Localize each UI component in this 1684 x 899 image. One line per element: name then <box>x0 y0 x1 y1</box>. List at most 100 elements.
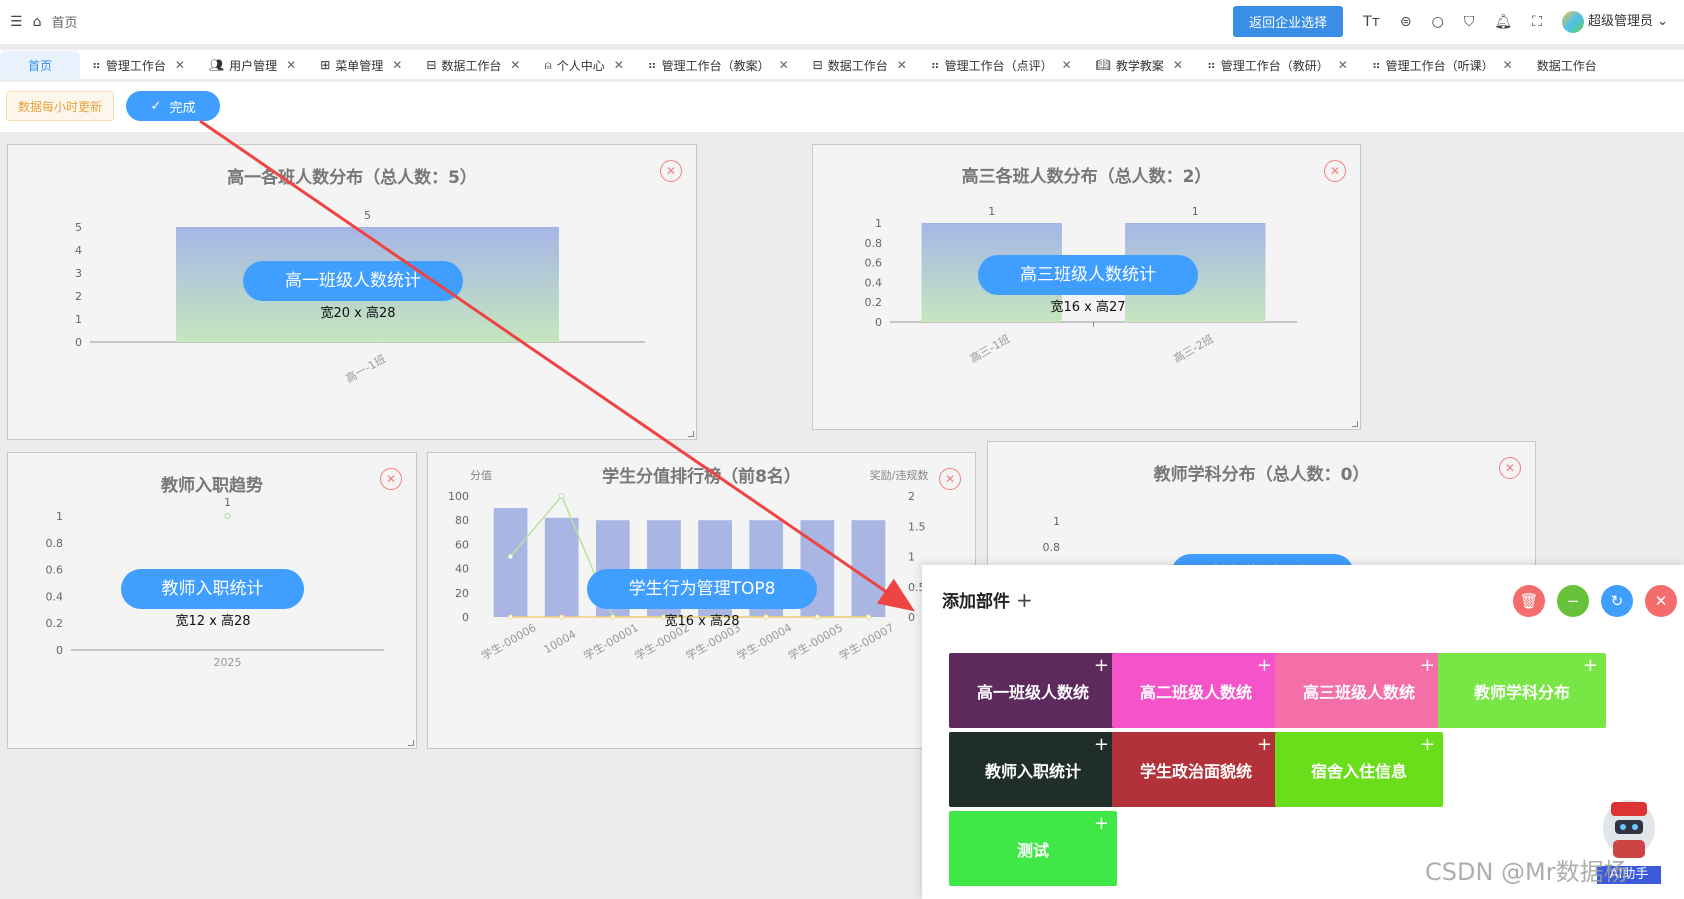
line-point <box>814 614 821 620</box>
add-widget-icon[interactable]: + <box>1094 734 1109 755</box>
tab-label: 管理工作台（点评） <box>944 58 1053 73</box>
resize-handle[interactable] <box>688 431 694 437</box>
delete-icon[interactable]: 🗑︎ <box>1513 585 1545 617</box>
tab-0[interactable]: 首页 <box>0 51 81 79</box>
theme-icon[interactable]: ⊜ <box>1400 14 1412 30</box>
add-widget-icon[interactable]: + <box>1257 655 1272 676</box>
widget-tile-7[interactable]: 测试 + <box>949 811 1117 886</box>
x-tick-label: 学生-00007 <box>837 620 897 663</box>
widget-name-pill: 学生行为管理TOP8 <box>587 569 817 609</box>
tab-label: 管理工作台（教研） <box>1220 58 1329 73</box>
close-panel-icon[interactable]: ✕ <box>1645 585 1677 617</box>
tab-bar: 首页 ⠶ 管理工作台 ✕ 👥︎ 用户管理 ✕ ⊞ 菜单管理 ✕ ⊟ 数据工作台 ✕ ⍝ 个人中心 ✕ ⠶ 管理工作… <box>0 50 1684 80</box>
x-tick-label: 高一-1班 <box>343 351 388 385</box>
y-tick-label: 0.4 <box>865 276 883 289</box>
resize-handle[interactable] <box>408 740 414 746</box>
widget-tile-4[interactable]: 教师入职统计 + <box>949 732 1117 807</box>
return-enterprise-button[interactable]: 返回企业选择 <box>1233 6 1344 37</box>
widget-tile-label: 高三班级人数统 <box>1302 682 1415 702</box>
font-size-icon[interactable]: Tт <box>1363 14 1380 30</box>
add-widget-icon[interactable]: + <box>1257 734 1272 755</box>
add-widget-icon[interactable]: + <box>1420 655 1435 676</box>
tab-close-icon[interactable]: ✕ <box>510 58 520 72</box>
search-icon[interactable]: ○ <box>1432 14 1444 30</box>
tab-5[interactable]: ⍝ 个人中心 ✕ <box>532 51 635 79</box>
x-tick-label: 学生-00005 <box>785 620 845 663</box>
line-point <box>558 493 565 499</box>
widget-tile-3[interactable]: 教师学科分布 + <box>1438 653 1606 728</box>
tab-11[interactable]: ⠶ 管理工作台（听课） ✕ <box>1360 51 1525 79</box>
tab-label: 用户管理 <box>229 58 278 73</box>
widget-tile-2[interactable]: 高三班级人数统 + <box>1275 653 1443 728</box>
y-axis-title-right: 奖励/违规数 <box>870 468 929 482</box>
shirt-icon[interactable]: ⛉ <box>1464 14 1475 30</box>
breadcrumb-home[interactable]: 首页 <box>51 12 77 31</box>
tab-icon: ⠶ <box>1371 58 1381 72</box>
tab-icon: 👥︎ <box>208 58 225 72</box>
fullscreen-icon[interactable]: ⛶ <box>1532 14 1542 30</box>
user-menu[interactable]: 超级管理员 ⌄ <box>1561 10 1668 33</box>
tab-8[interactable]: ⠶ 管理工作台（点评） ✕ <box>919 51 1084 79</box>
tab-label: 管理工作台（听课） <box>1385 58 1494 73</box>
add-widget-icon[interactable]: + <box>1420 734 1435 755</box>
edit-toolbar: 数据每小时更新 ✓ 完成 <box>0 82 1684 132</box>
done-button[interactable]: ✓ 完成 <box>126 91 220 121</box>
bar <box>544 517 579 617</box>
tab-label: 管理工作台（教案） <box>661 58 770 73</box>
y-tick-label: 3 <box>75 267 82 280</box>
tab-10[interactable]: ⠶ 管理工作台（教研） ✕ <box>1195 51 1360 79</box>
tab-12[interactable]: 数据工作台 <box>1525 51 1609 79</box>
tab-close-icon[interactable]: ✕ <box>392 58 402 72</box>
card-grade1-distribution[interactable]: 高一各班人数分布（总人数：5） ✕ 0 1 2 3 4 5 5 高一-1班 高一班级人数统计 … <box>7 144 697 440</box>
tab-7[interactable]: ⊟ 数据工作台 ✕ <box>801 51 919 79</box>
y-tick-label: 0.8 <box>1043 541 1061 554</box>
menu-fold-icon[interactable]: ☰ <box>10 14 23 30</box>
widget-tile-1[interactable]: 高二班级人数统 + <box>1112 653 1280 728</box>
tab-1[interactable]: ⠶ 管理工作台 ✕ <box>80 51 197 79</box>
card-grade3-distribution[interactable]: 高三各班人数分布（总人数：2） ✕ 0 0.2 0.4 0.6 0.8 1 1 高三-1班 1 高… <box>812 144 1361 430</box>
widget-tile-6[interactable]: 宿舍入住信息 + <box>1275 732 1443 807</box>
minimize-icon[interactable]: − <box>1557 585 1589 617</box>
bar-data-label: 5 <box>364 209 371 222</box>
add-widget-icon[interactable]: + <box>1583 655 1598 676</box>
bell-icon[interactable]: 🔔︎ <box>1494 14 1512 30</box>
tab-icon: ⠶ <box>647 58 657 72</box>
tab-close-icon[interactable]: ✕ <box>175 58 185 72</box>
widget-tile-5[interactable]: 学生政治面貌统 + <box>1112 732 1280 807</box>
resize-handle[interactable] <box>1352 421 1358 427</box>
x-tick-label: 学生-00006 <box>479 620 539 663</box>
avatar <box>1561 10 1584 33</box>
tab-close-icon[interactable]: ✕ <box>1062 58 1072 72</box>
tab-close-icon[interactable]: ✕ <box>614 58 624 72</box>
line-point <box>558 614 565 620</box>
tab-4[interactable]: ⊟ 数据工作台 ✕ <box>414 51 532 79</box>
update-frequency-tag: 数据每小时更新 <box>6 91 115 121</box>
line-point <box>507 614 514 620</box>
refresh-icon[interactable]: ↻ <box>1601 585 1633 617</box>
widget-tile-0[interactable]: 高一班级人数统 + <box>949 653 1117 728</box>
chevron-down-icon: ⌄ <box>1657 14 1668 30</box>
tab-icon: ⍝ <box>544 57 552 72</box>
add-widget-icon[interactable]: + <box>1094 813 1109 834</box>
tab-close-icon[interactable]: ✕ <box>897 58 907 72</box>
y-tick-label: 0 <box>875 316 882 329</box>
add-widget-icon[interactable]: + <box>1094 655 1109 676</box>
tab-close-icon[interactable]: ✕ <box>1173 58 1183 72</box>
tab-icon: ⠶ <box>1206 58 1216 72</box>
tab-3[interactable]: ⊞ 菜单管理 ✕ <box>308 51 414 79</box>
y-tick-label: 1 <box>875 217 882 230</box>
y-tick-label: 0 <box>56 644 63 657</box>
tab-label: 个人中心 <box>556 58 605 73</box>
card-student-rank[interactable]: 学生分值排行榜（前8名） ✕ 分值 奖励/违规数 0 20 40 60 80 100 0 0.5 1… <box>427 452 976 749</box>
card-teacher-trend[interactable]: 教师入职趋势 ✕ 0 0.2 0.4 0.6 0.8 1 1 2025 教师入职统计 宽12 … <box>7 452 417 749</box>
tab-9[interactable]: 📖︎ 教学教案 ✕ <box>1084 51 1195 79</box>
tab-6[interactable]: ⠶ 管理工作台（教案） ✕ <box>636 51 801 79</box>
tab-2[interactable]: 👥︎ 用户管理 ✕ <box>197 51 308 79</box>
tab-close-icon[interactable]: ✕ <box>1503 58 1513 72</box>
add-icon[interactable]: + <box>1016 588 1033 612</box>
tab-close-icon[interactable]: ✕ <box>779 58 789 72</box>
tab-close-icon[interactable]: ✕ <box>1338 58 1348 72</box>
y-tick-label-right: 0 <box>908 611 915 624</box>
panel-title-text: 添加部件 <box>942 592 1010 612</box>
tab-close-icon[interactable]: ✕ <box>286 58 296 72</box>
